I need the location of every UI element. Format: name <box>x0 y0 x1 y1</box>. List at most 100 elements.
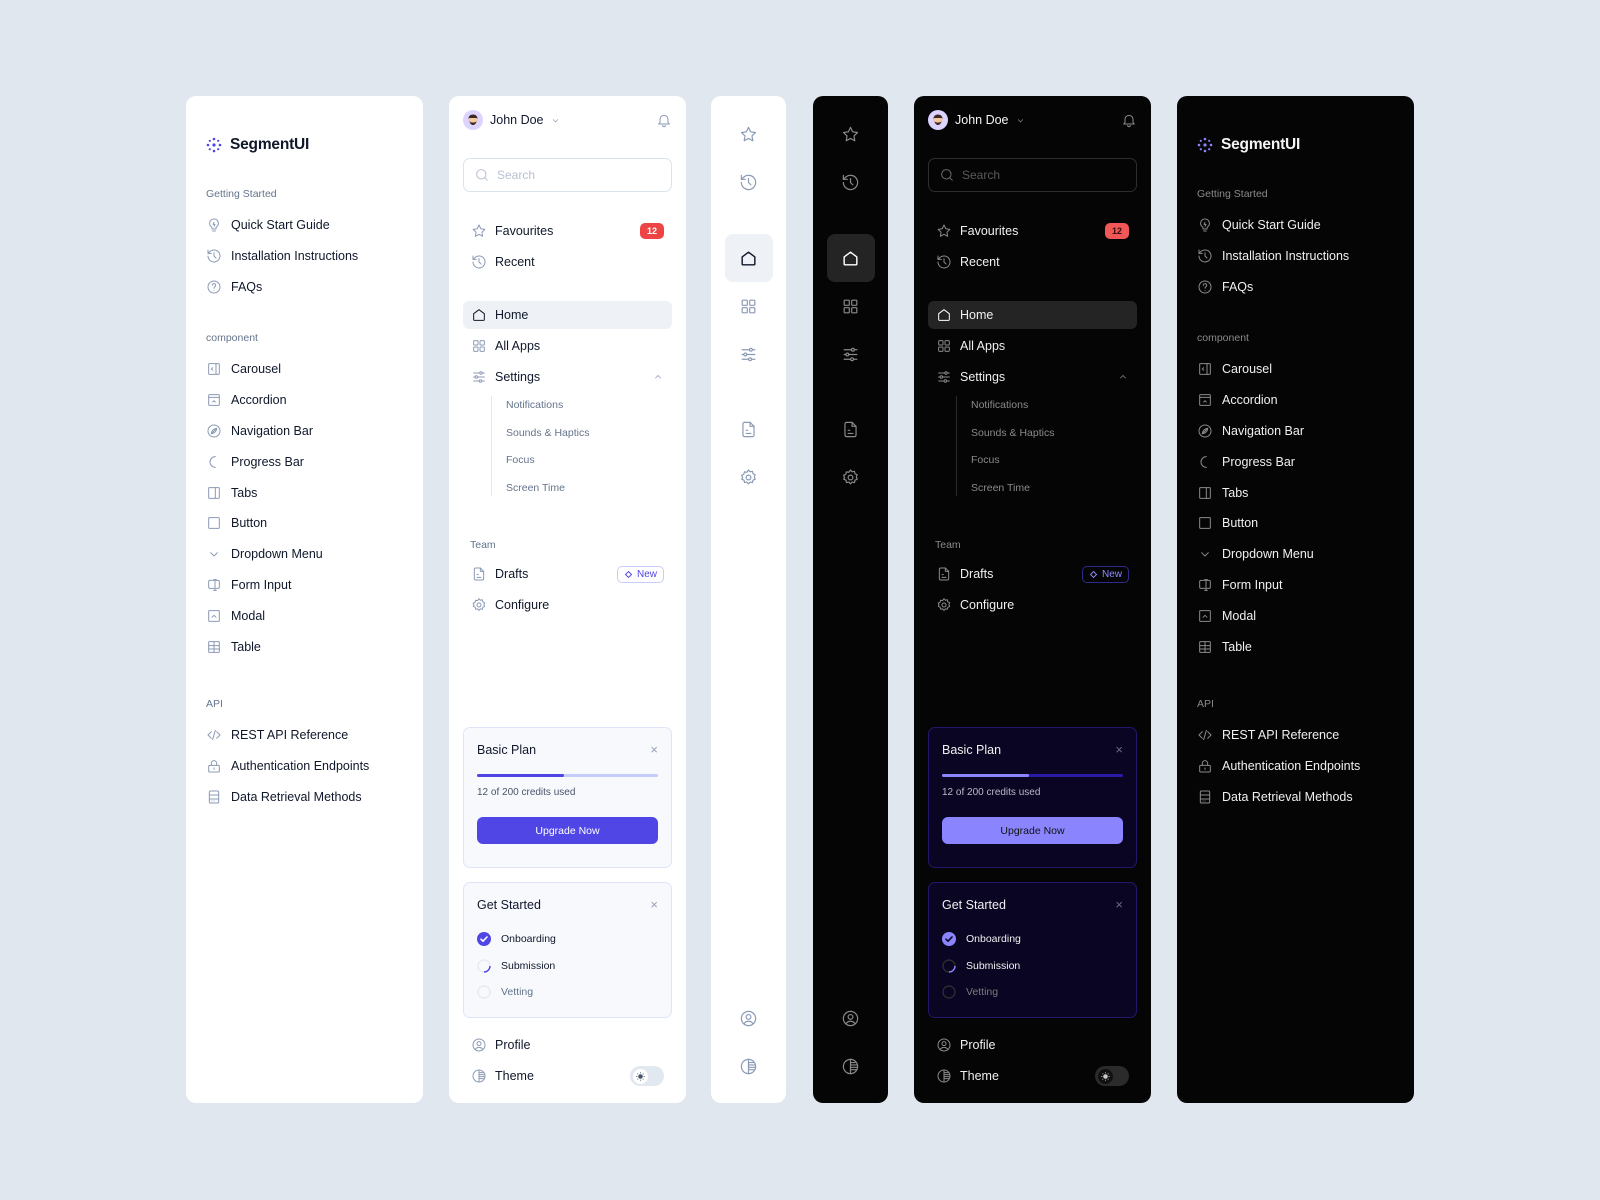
theme-toggle[interactable] <box>1095 1066 1129 1086</box>
nav-item-progress-bar[interactable]: Progress Bar <box>206 446 403 477</box>
nav-item-form-input[interactable]: Form Input <box>1197 570 1394 601</box>
submenu-item-sounds-haptics[interactable]: Sounds & Haptics <box>491 420 589 448</box>
bell-icon[interactable] <box>1121 112 1137 128</box>
submenu-item-focus[interactable]: Focus <box>491 447 589 475</box>
search-field[interactable] <box>928 158 1137 192</box>
submenu-item-screen-time[interactable]: Screen Time <box>956 475 1054 503</box>
nav-item-authentication-endpoints[interactable]: Authentication Endpoints <box>206 751 403 782</box>
upgrade-now-button[interactable]: Upgrade Now <box>942 817 1123 844</box>
nav-item-faqs[interactable]: FAQs <box>206 272 403 303</box>
rail-configure[interactable] <box>725 453 773 501</box>
nav-item-tabs[interactable]: Tabs <box>1197 477 1394 508</box>
nav-item-all-apps[interactable]: All Apps <box>928 332 1137 360</box>
nav-item-rest-api-reference[interactable]: REST API Reference <box>206 720 403 751</box>
nav-item-favourites[interactable]: Favourites 12 <box>463 217 672 245</box>
upgrade-now-button[interactable]: Upgrade Now <box>477 817 658 844</box>
rail-recent[interactable] <box>725 158 773 206</box>
nav-item-profile[interactable]: Profile <box>463 1031 672 1059</box>
close-icon[interactable]: × <box>1115 742 1123 757</box>
nav-item-theme[interactable]: Theme <box>463 1062 672 1090</box>
nav-item-accordion[interactable]: Accordion <box>206 385 403 416</box>
nav-item-table[interactable]: Table <box>1197 631 1394 662</box>
nav-item-home[interactable]: Home <box>463 301 672 329</box>
task-onboarding[interactable]: Onboarding <box>942 926 1123 953</box>
task-vetting[interactable]: Vetting <box>477 979 658 1006</box>
nav-item-drafts[interactable]: Drafts New <box>928 560 1137 588</box>
nav-item-modal[interactable]: Modal <box>1197 600 1394 631</box>
close-icon[interactable]: × <box>650 742 658 757</box>
rail-theme[interactable] <box>725 1042 773 1090</box>
search-field[interactable] <box>463 158 672 192</box>
nav-item-data-retrieval-methods[interactable]: Data Retrieval Methods <box>206 782 403 813</box>
nav-item-quick-start-guide[interactable]: Quick Start Guide <box>1197 210 1394 241</box>
nav-item-theme[interactable]: Theme <box>928 1062 1137 1090</box>
nav-item-data-retrieval-methods[interactable]: Data Retrieval Methods <box>1197 782 1394 813</box>
rail-configure[interactable] <box>827 453 875 501</box>
rail-profile[interactable] <box>725 994 773 1042</box>
search-input[interactable] <box>962 168 1112 182</box>
nav-item-button[interactable]: Button <box>206 508 403 539</box>
rail-favourites[interactable] <box>725 110 773 158</box>
nav-item-rest-api-reference[interactable]: REST API Reference <box>1197 720 1394 751</box>
task-onboarding[interactable]: Onboarding <box>477 926 658 953</box>
submenu-item-screen-time[interactable]: Screen Time <box>491 475 589 503</box>
nav-item-dropdown-menu[interactable]: Dropdown Menu <box>1197 539 1394 570</box>
submenu-item-notifications[interactable]: Notifications <box>956 392 1054 420</box>
nav-item-form-input[interactable]: Form Input <box>206 570 403 601</box>
rail-settings[interactable] <box>827 330 875 378</box>
brand[interactable]: SegmentUI <box>206 136 309 154</box>
rail-drafts[interactable] <box>725 405 773 453</box>
nav-item-navigation-bar[interactable]: Navigation Bar <box>1197 416 1394 447</box>
rail-settings[interactable] <box>725 330 773 378</box>
nav-item-recent[interactable]: Recent <box>463 248 672 276</box>
submenu-item-focus[interactable]: Focus <box>956 447 1054 475</box>
nav-item-carousel[interactable]: Carousel <box>1197 354 1394 385</box>
close-icon[interactable]: × <box>650 897 658 912</box>
rail-all-apps[interactable] <box>725 282 773 330</box>
nav-item-faqs[interactable]: FAQs <box>1197 272 1394 303</box>
nav-item-settings[interactable]: Settings <box>928 363 1137 391</box>
nav-item-table[interactable]: Table <box>206 631 403 662</box>
nav-item-accordion[interactable]: Accordion <box>1197 385 1394 416</box>
rail-all-apps[interactable] <box>827 282 875 330</box>
rail-drafts[interactable] <box>827 405 875 453</box>
rail-favourites[interactable] <box>827 110 875 158</box>
nav-item-favourites[interactable]: Favourites 12 <box>928 217 1137 245</box>
task-vetting[interactable]: Vetting <box>942 979 1123 1006</box>
chevron-down-icon[interactable] <box>550 115 561 126</box>
theme-toggle[interactable] <box>630 1066 664 1086</box>
user-name[interactable]: John Doe <box>955 113 1009 127</box>
avatar[interactable] <box>463 110 483 130</box>
nav-item-navigation-bar[interactable]: Navigation Bar <box>206 416 403 447</box>
submenu-item-sounds-haptics[interactable]: Sounds & Haptics <box>956 420 1054 448</box>
rail-recent[interactable] <box>827 158 875 206</box>
nav-item-progress-bar[interactable]: Progress Bar <box>1197 446 1394 477</box>
brand[interactable]: SegmentUI <box>1197 136 1300 154</box>
nav-item-installation-instructions[interactable]: Installation Instructions <box>1197 241 1394 272</box>
nav-item-carousel[interactable]: Carousel <box>206 354 403 385</box>
nav-item-drafts[interactable]: Drafts New <box>463 560 672 588</box>
nav-item-home[interactable]: Home <box>928 301 1137 329</box>
bell-icon[interactable] <box>656 112 672 128</box>
nav-item-configure[interactable]: Configure <box>928 591 1137 619</box>
task-submission[interactable]: Submission <box>942 953 1123 980</box>
nav-item-button[interactable]: Button <box>1197 508 1394 539</box>
avatar[interactable] <box>928 110 948 130</box>
chevron-up-icon[interactable] <box>1117 371 1129 383</box>
nav-item-configure[interactable]: Configure <box>463 591 672 619</box>
nav-item-tabs[interactable]: Tabs <box>206 477 403 508</box>
user-name[interactable]: John Doe <box>490 113 544 127</box>
rail-home[interactable] <box>826 234 875 282</box>
chevron-up-icon[interactable] <box>652 371 664 383</box>
close-icon[interactable]: × <box>1115 897 1123 912</box>
nav-item-all-apps[interactable]: All Apps <box>463 332 672 360</box>
nav-item-quick-start-guide[interactable]: Quick Start Guide <box>206 210 403 241</box>
nav-item-recent[interactable]: Recent <box>928 248 1137 276</box>
nav-item-dropdown-menu[interactable]: Dropdown Menu <box>206 539 403 570</box>
nav-item-settings[interactable]: Settings <box>463 363 672 391</box>
rail-theme[interactable] <box>827 1042 875 1090</box>
nav-item-authentication-endpoints[interactable]: Authentication Endpoints <box>1197 751 1394 782</box>
nav-item-modal[interactable]: Modal <box>206 600 403 631</box>
nav-item-installation-instructions[interactable]: Installation Instructions <box>206 241 403 272</box>
nav-item-profile[interactable]: Profile <box>928 1031 1137 1059</box>
